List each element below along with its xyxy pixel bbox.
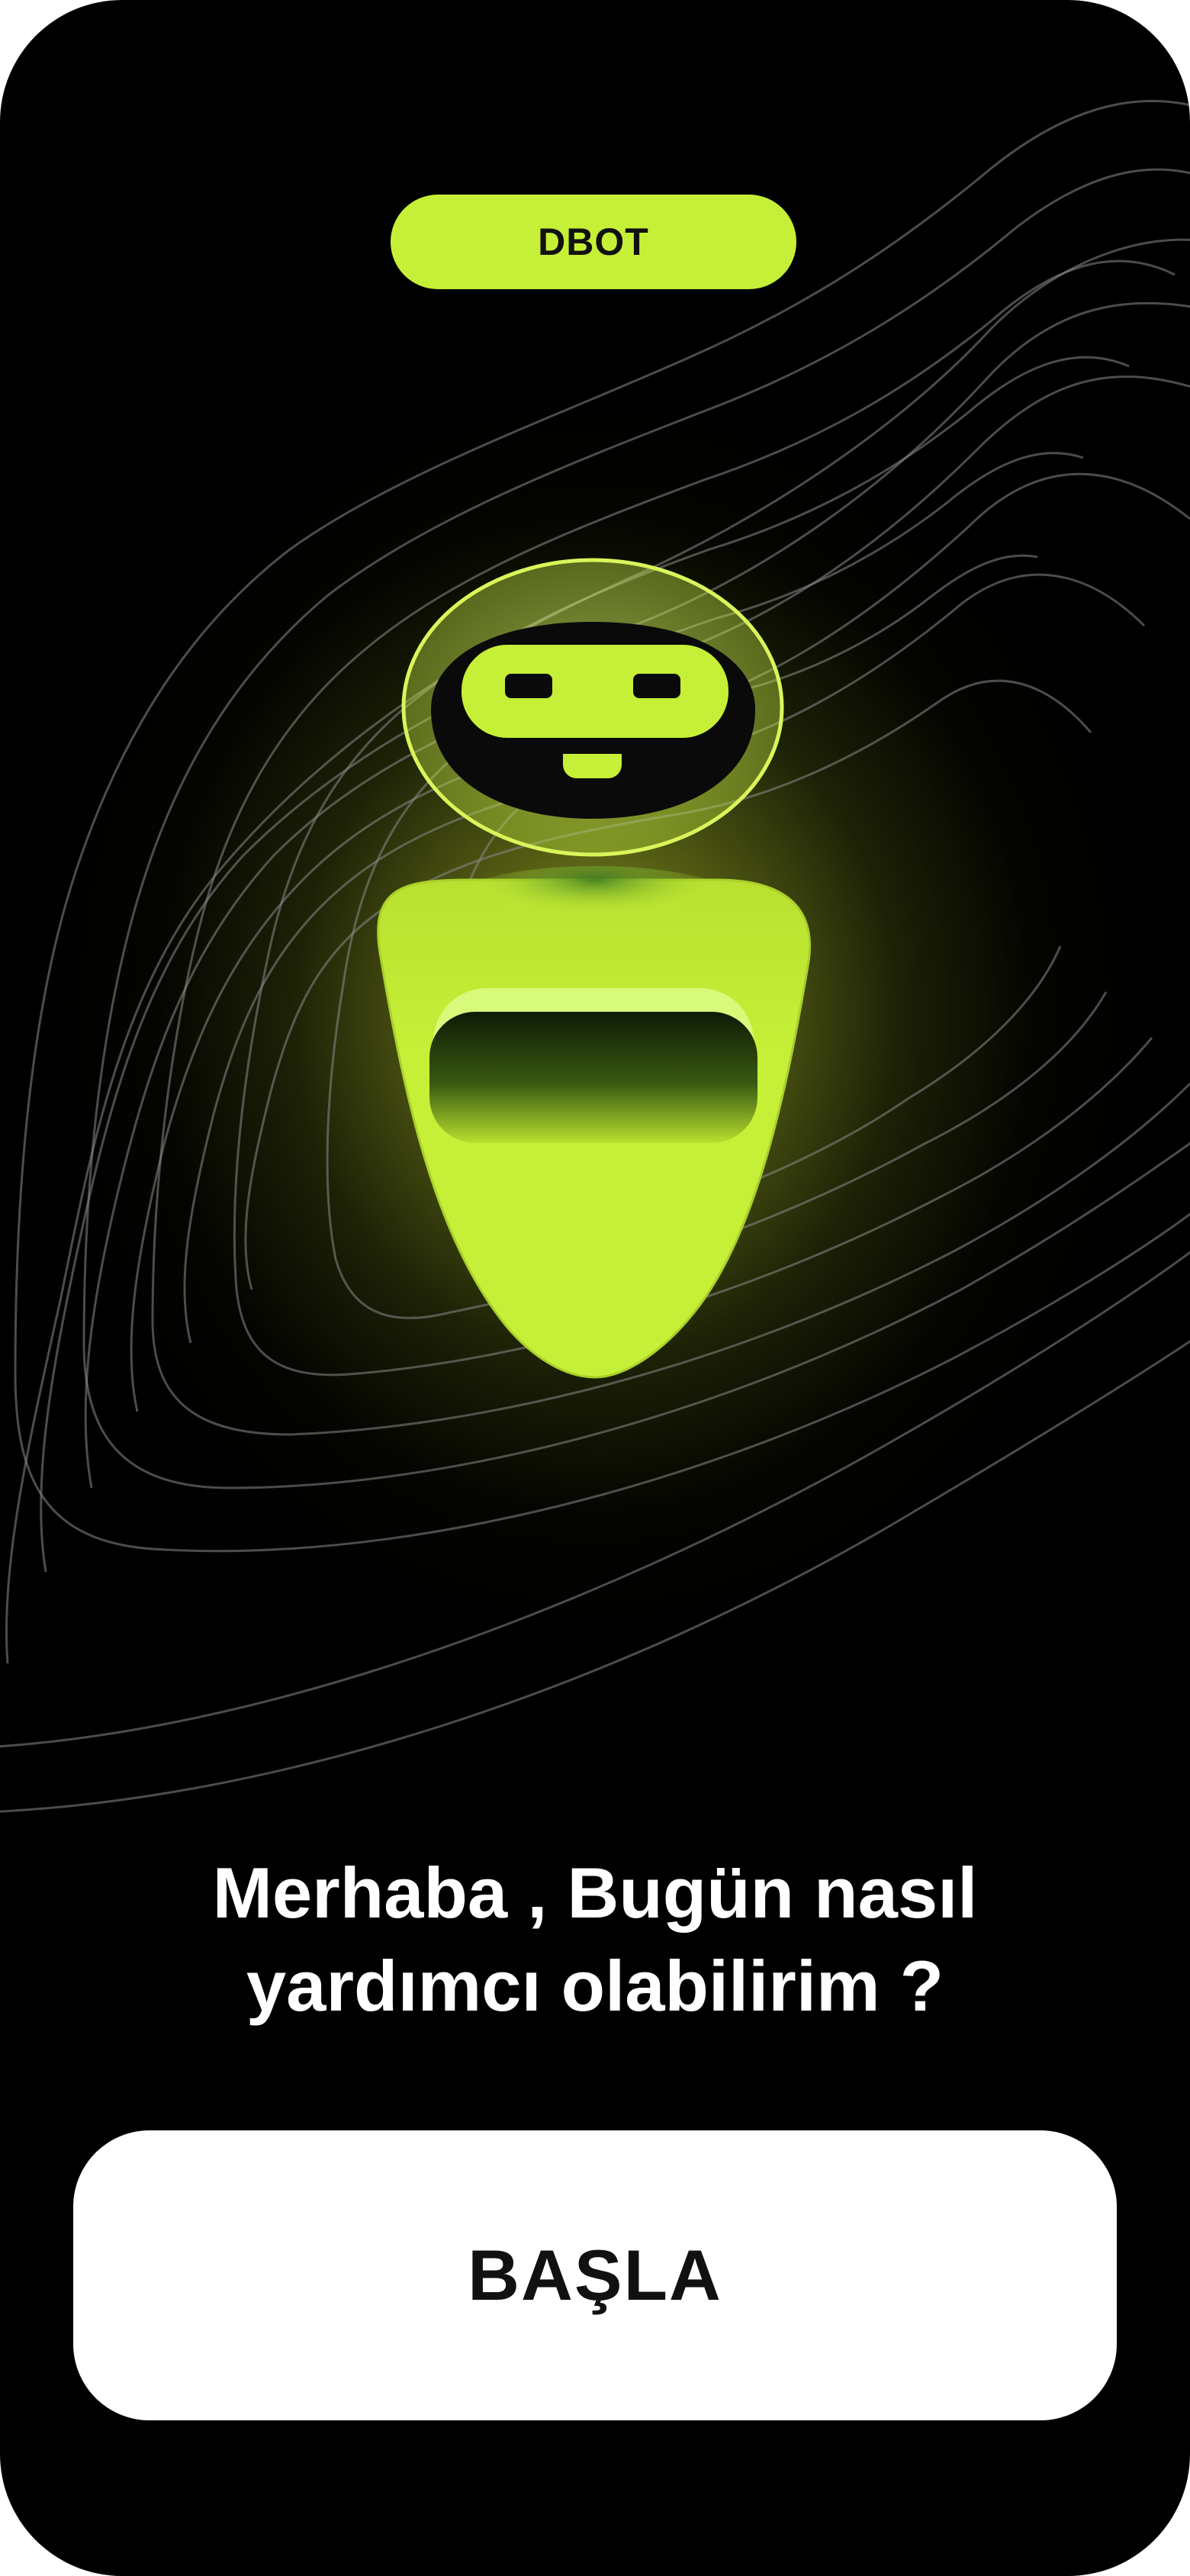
dbot-badge: DBOT xyxy=(391,195,796,289)
greeting-line-1: Merhaba , Bugün nasıl xyxy=(212,1853,978,1933)
welcome-screen: DBOT Merhaba , Bugün nasıl yardımcı olab… xyxy=(0,0,1190,2576)
robot-mascot-illustration xyxy=(377,558,811,1379)
start-button[interactable]: BAŞLA xyxy=(73,2130,1117,2420)
greeting-text: Merhaba , Bugün nasıl yardımcı olabiliri… xyxy=(137,1847,1053,2033)
greeting-line-2: yardımcı olabilirim ? xyxy=(246,1946,944,2026)
